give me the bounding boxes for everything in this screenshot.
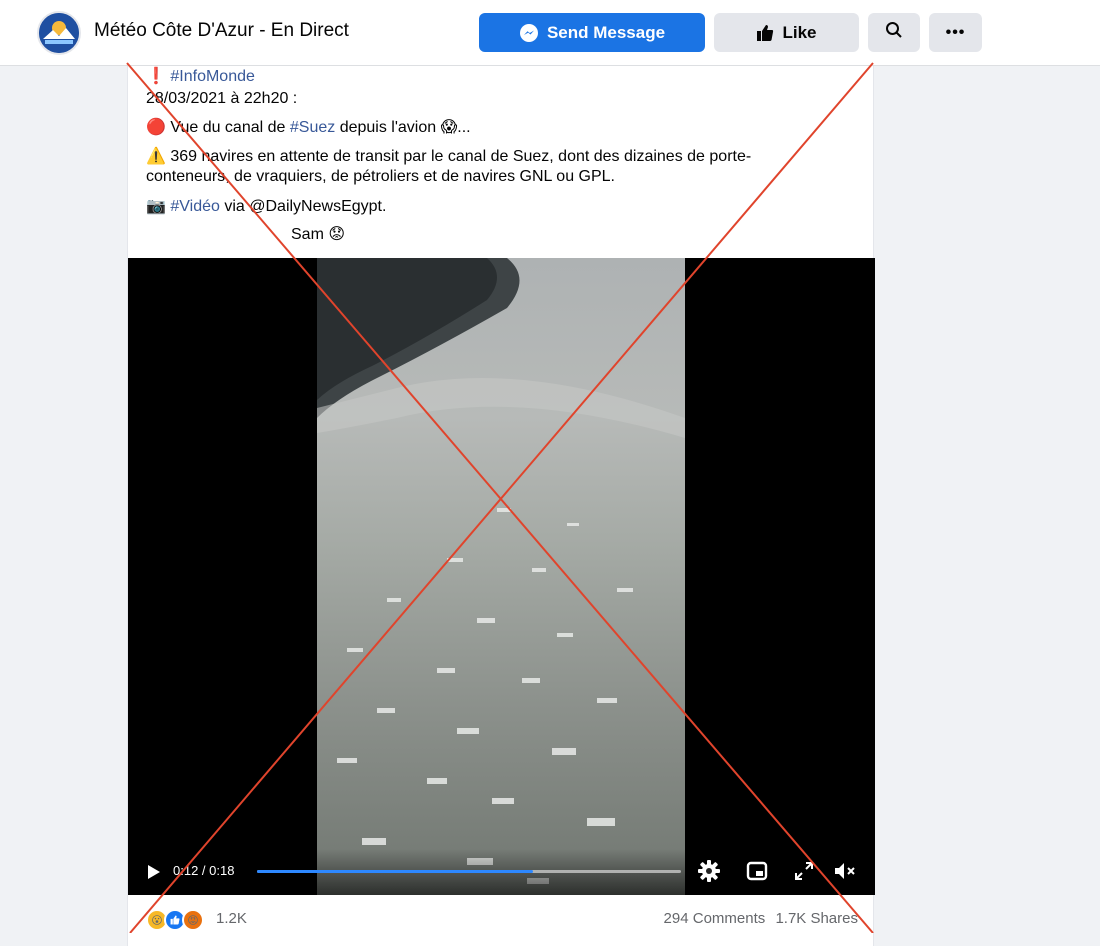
post-card: ❗ #InfoMonde 28/03/2021 à 22h20 : 🔴 Vue … xyxy=(127,66,875,946)
thumbs-up-icon xyxy=(756,24,774,42)
messenger-icon xyxy=(519,23,539,43)
post-stats-row: 😮 😡 1.2K 294 Comments 1.7K Shares xyxy=(146,909,858,931)
picture-in-picture-icon[interactable] xyxy=(746,860,768,887)
post-line-date: 28/03/2021 à 22h20 : xyxy=(146,90,298,107)
post-line-canal-prefix: 🔴 Vue du canal de xyxy=(146,119,290,136)
exclamation-icon: ❗ xyxy=(146,68,171,85)
video-frame xyxy=(317,258,685,895)
post-line-canal: 🔴 Vue du canal de #Suez depuis l'avion 😱… xyxy=(146,117,471,139)
search-button[interactable] xyxy=(868,13,920,52)
camera-icon: 📷 xyxy=(146,198,171,215)
page-header: Météo Côte D'Azur - En Direct Send Messa… xyxy=(0,0,1100,66)
like-page-button[interactable]: Like xyxy=(714,13,859,52)
settings-gear-icon[interactable] xyxy=(698,860,720,887)
video-player[interactable]: 0:12 / 0:18 xyxy=(128,258,875,895)
play-icon[interactable] xyxy=(146,864,162,885)
video-progress-fill xyxy=(257,870,533,873)
post-line-conteneurs: conteneurs, de vraquiers, de pétroliers … xyxy=(146,168,615,185)
send-message-button[interactable]: Send Message xyxy=(479,13,705,52)
engagement-stats: 294 Comments 1.7K Shares xyxy=(658,910,858,927)
reactions-group[interactable]: 😮 😡 xyxy=(146,909,204,931)
video-controls: 0:12 / 0:18 xyxy=(128,849,875,895)
video-progress-bar[interactable] xyxy=(257,870,681,873)
search-icon xyxy=(885,21,903,44)
reaction-count[interactable]: 1.2K xyxy=(216,910,247,927)
hashtag-suez[interactable]: #Suez xyxy=(290,119,335,136)
post-line-navires: ⚠️ 369 navires en attente de transit par… xyxy=(146,148,752,165)
fullscreen-icon[interactable] xyxy=(793,860,815,887)
page-name[interactable]: Météo Côte D'Azur - En Direct xyxy=(94,20,349,42)
video-time: 0:12 / 0:18 xyxy=(173,863,235,878)
send-message-label: Send Message xyxy=(546,22,666,42)
post-line-video-suffix: via @DailyNewsEgypt. xyxy=(219,198,387,215)
post-line-infomonde: ❗ #InfoMonde xyxy=(146,66,255,88)
post-line-canal-suffix: depuis l'avion 😱... xyxy=(335,119,471,136)
hashtag-infomonde[interactable]: #InfoMonde xyxy=(170,68,255,85)
more-options-button[interactable]: ••• xyxy=(929,13,982,52)
like-label: Like xyxy=(782,22,817,42)
shares-count-link[interactable]: 1.7K Shares xyxy=(775,910,858,927)
comments-count-link[interactable]: 294 Comments xyxy=(664,910,766,927)
hashtag-video[interactable]: #Vidéo xyxy=(170,198,220,215)
post-line-signature: Sam 😟 xyxy=(291,226,346,243)
muted-speaker-icon[interactable] xyxy=(833,860,857,887)
page-avatar[interactable] xyxy=(37,11,81,55)
post-line-video: 📷 #Vidéo via @DailyNewsEgypt. xyxy=(146,196,386,218)
angry-reaction-icon: 😡 xyxy=(182,909,204,931)
